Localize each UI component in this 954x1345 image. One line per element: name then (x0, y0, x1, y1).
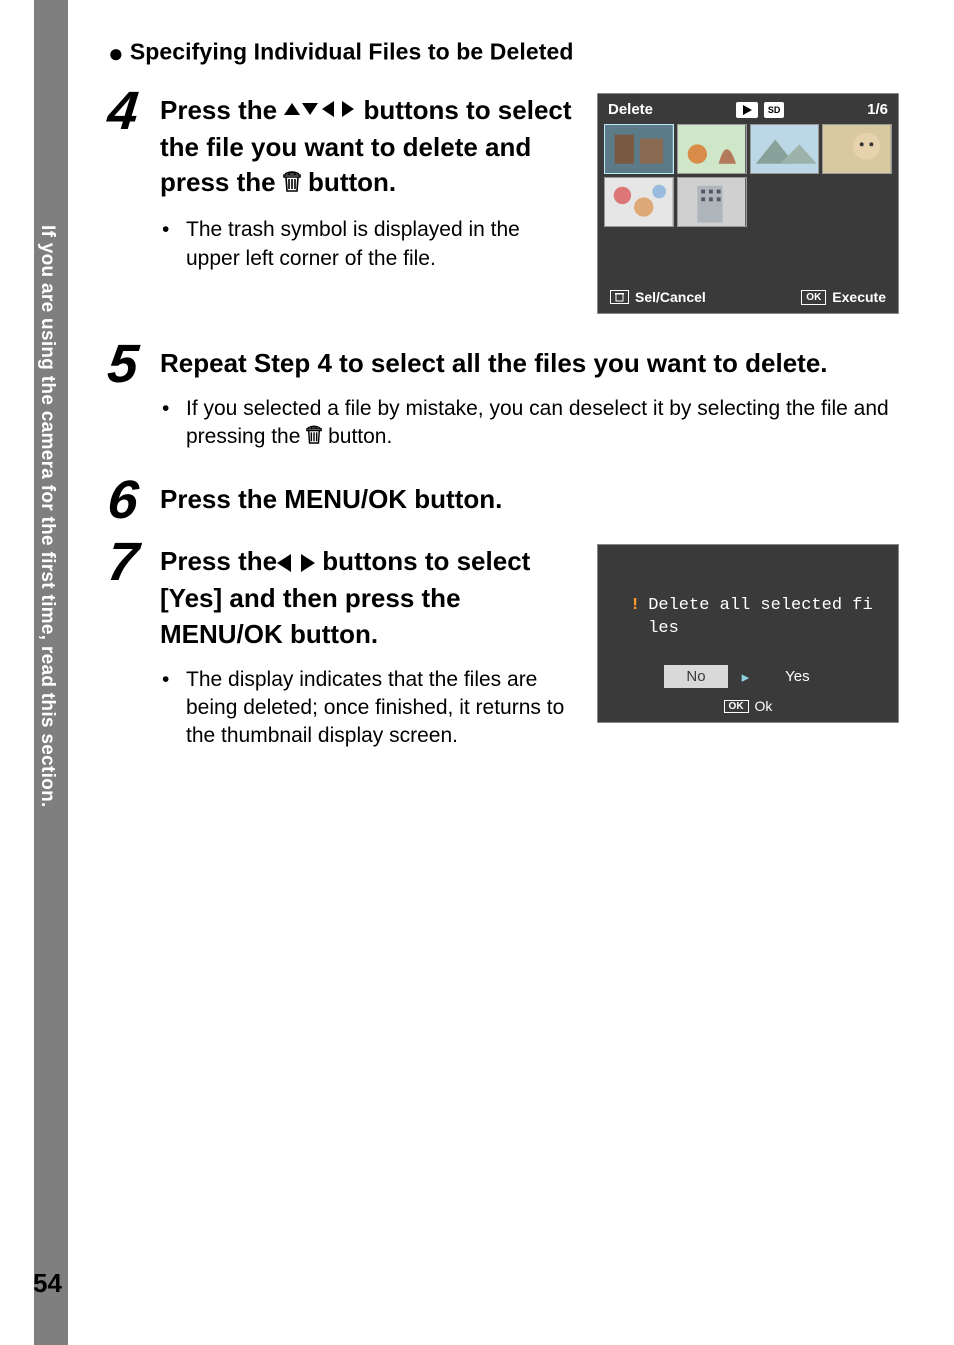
step-4-title: Press the buttons to select the file you… (160, 93, 573, 202)
footer-left-label: Sel/Cancel (635, 289, 706, 305)
camera-counter: 1/6 (867, 101, 888, 118)
footer-right-label: Execute (832, 289, 886, 305)
option-yes: Yes (763, 665, 831, 688)
subheading-text: Specifying Individual Files to be Delete… (130, 39, 574, 65)
thumbnail-4 (822, 124, 892, 174)
step-5-bullet: • If you selected a file by mistake, you… (160, 395, 899, 454)
step-5-bullet-b: button. (322, 425, 392, 448)
thumbnail-2 (677, 124, 747, 174)
dpad-icon (284, 95, 356, 130)
thumbnail-grid (598, 124, 898, 227)
step-number: 7 (105, 538, 148, 587)
bullet-dot: • (162, 666, 172, 751)
bullet-icon: ● (108, 38, 124, 68)
step-4-text-c: button. (301, 167, 396, 197)
confirm-line-2: les (648, 619, 679, 638)
step-4-text-a: Press the (160, 95, 284, 125)
thumbnail-6 (677, 177, 747, 227)
step-7-bullet: • The display indicates that the files a… (160, 666, 573, 751)
thumbnail-5 (604, 177, 674, 227)
camera-footer: Sel/Cancel OK Execute (598, 283, 898, 313)
side-label-wrap: If you are using the camera for the firs… (36, 225, 66, 1125)
confirm-ok-row: OK Ok (598, 694, 898, 722)
ok-key-icon: OK (801, 290, 826, 305)
step-5-title: Repeat Step 4 to select all the files yo… (160, 346, 899, 381)
camera-delete-screen: Delete SD 1/6 (597, 93, 899, 314)
step-6: 6 Press the MENU/OK button. (108, 476, 899, 525)
side-label: If you are using the camera for the firs… (36, 225, 58, 808)
selector-arrow-icon: ▸ (742, 668, 750, 686)
step-4: 4 Press the buttons to select the file y… (108, 87, 899, 314)
confirm-line-1: Delete all selected fi (648, 596, 872, 615)
ok-key-icon: OK (724, 700, 749, 713)
step-number: 4 (105, 87, 148, 136)
warning-icon: ! (630, 595, 640, 641)
confirm-message: ! Delete all selected fi les (598, 573, 898, 661)
step-number: 6 (105, 476, 148, 525)
camera-header: Delete SD 1/6 (598, 94, 898, 124)
step-7: 7 Press the buttons to select [Yes] and … (108, 538, 899, 750)
trash-key-icon (610, 290, 629, 304)
sd-icon: SD (764, 102, 784, 118)
step-number: 5 (105, 340, 148, 389)
step-7-bullet-text: The display indicates that the files are… (186, 666, 573, 751)
step-5-bullet-a: If you selected a file by mistake, you c… (186, 397, 889, 448)
step-7-text-a: Press the (160, 546, 277, 576)
page-number: 54 (33, 1268, 62, 1299)
camera-empty-area (598, 227, 898, 283)
confirm-ok-label: Ok (755, 698, 773, 714)
camera-title: Delete (608, 101, 653, 118)
thumbnail-3 (750, 124, 820, 174)
confirm-dialog: ! Delete all selected fi les No ▸ Yes OK… (597, 544, 899, 723)
step-4-bullet-text: The trash symbol is displayed in the upp… (186, 216, 573, 273)
step-5: 5 Repeat Step 4 to select all the files … (108, 340, 899, 454)
trash-icon (283, 167, 301, 202)
confirm-options: No ▸ Yes (598, 661, 898, 694)
leftright-icon (277, 546, 315, 581)
bullet-dot: • (162, 216, 172, 273)
option-no: No (664, 665, 727, 688)
thumbnail-1 (604, 124, 674, 174)
play-icon (736, 102, 758, 118)
step-5-bullet-text: If you selected a file by mistake, you c… (186, 395, 899, 454)
step-7-title: Press the buttons to select [Yes] and th… (160, 544, 573, 651)
step-6-title: Press the MENU/OK button. (160, 482, 899, 517)
step-4-bullet: • The trash symbol is displayed in the u… (160, 216, 573, 273)
bullet-dot: • (162, 395, 172, 454)
subheading: ●Specifying Individual Files to be Delet… (108, 38, 899, 69)
content: ●Specifying Individual Files to be Delet… (108, 38, 899, 751)
trash-icon (306, 425, 322, 453)
